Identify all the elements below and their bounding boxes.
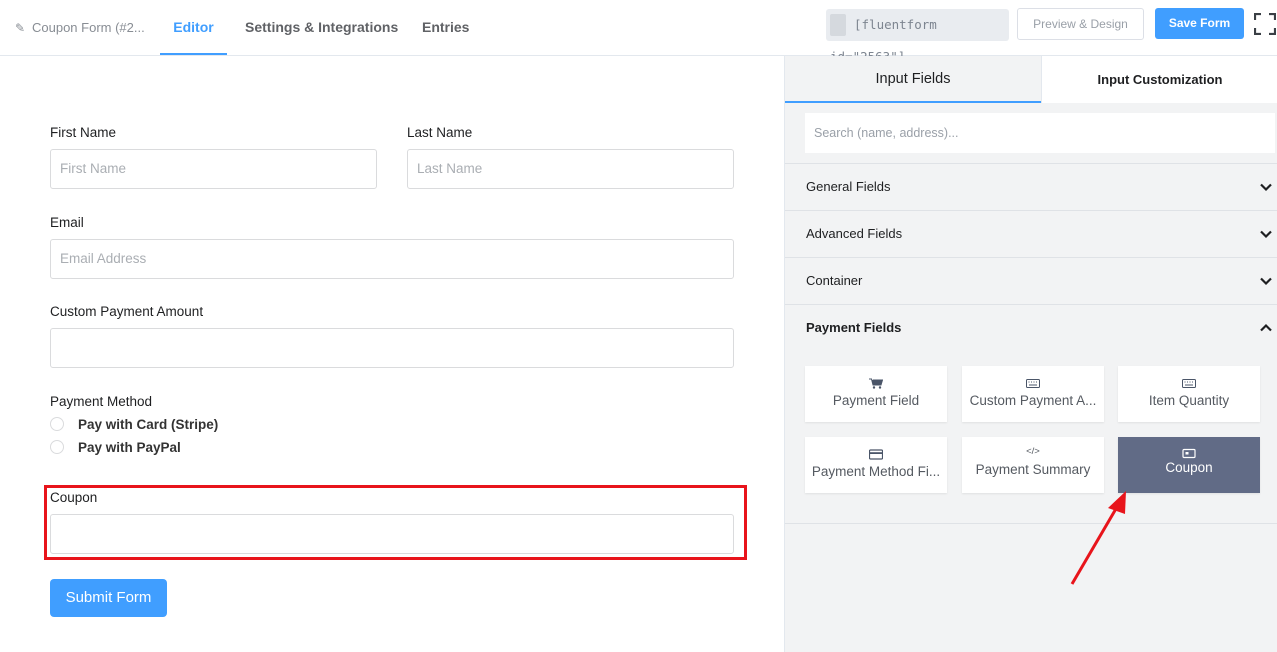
email-input[interactable]: Email Address xyxy=(50,239,734,279)
credit-card-icon xyxy=(869,449,883,460)
radio-button[interactable] xyxy=(50,416,64,431)
payment-method-label: Payment Method xyxy=(50,394,153,409)
field-card-label: Payment Summary xyxy=(975,462,1091,477)
shortcode-copy[interactable]: [fluentform id="2563"] xyxy=(826,9,1009,64)
keyboard-icon xyxy=(1026,379,1040,388)
payment-option-label: Pay with PayPal xyxy=(78,440,181,455)
payment-option-label: Pay with Card (Stripe) xyxy=(78,417,219,432)
field-card-coupon[interactable]: Coupon xyxy=(1118,437,1260,493)
chevron-down-icon xyxy=(1260,183,1272,192)
chevron-down-icon xyxy=(1260,230,1272,239)
section-container[interactable]: Container xyxy=(785,257,1277,304)
tab-editor[interactable]: Editor xyxy=(160,0,227,55)
field-card-label: Coupon xyxy=(1165,460,1213,475)
coupon-input[interactable] xyxy=(50,514,734,554)
pencil-icon: ✎ xyxy=(15,21,26,35)
field-card-label: Item Quantity xyxy=(1148,393,1230,408)
field-card-payment-method[interactable]: Payment Method Fi... xyxy=(805,437,947,493)
field-card-payment-summary[interactable]: </> Payment Summary xyxy=(962,437,1104,493)
code-icon: </> xyxy=(1026,446,1040,457)
form-editor-canvas: First Name First Name Last Name Last Nam… xyxy=(0,56,784,652)
section-general-fields[interactable]: General Fields xyxy=(785,163,1277,210)
coupon-label: Coupon xyxy=(50,490,98,505)
tab-input-fields[interactable]: Input Fields xyxy=(785,56,1041,103)
section-label: General Fields xyxy=(806,179,891,194)
field-card-item-quantity[interactable]: Item Quantity xyxy=(1118,366,1260,422)
field-search-input[interactable]: Search (name, address)... xyxy=(805,113,1275,153)
top-bar: ✎ Coupon Form (#2... Editor Settings & In… xyxy=(0,0,1277,64)
section-advanced-fields[interactable]: Advanced Fields xyxy=(785,210,1277,257)
radio-button[interactable] xyxy=(50,439,64,454)
custom-payment-amount-input[interactable] xyxy=(50,328,734,368)
section-label: Payment Fields xyxy=(806,320,902,335)
tab-entries[interactable]: Entries xyxy=(422,0,469,55)
save-form-button[interactable]: Save Form xyxy=(1155,8,1244,39)
tab-input-customization[interactable]: Input Customization xyxy=(1041,56,1277,103)
last-name-input[interactable]: Last Name xyxy=(407,149,734,189)
sidebar-tabs: Input Fields Input Customization xyxy=(785,56,1277,103)
section-label: Container xyxy=(806,273,863,288)
section-label: Advanced Fields xyxy=(806,226,903,241)
chevron-up-icon xyxy=(1260,323,1272,332)
section-payment-fields[interactable]: Payment Fields xyxy=(785,304,1277,351)
field-card-custom-payment-amount[interactable]: Custom Payment A... xyxy=(962,366,1104,422)
field-card-label: Custom Payment A... xyxy=(969,393,1097,408)
form-title-tab[interactable]: ✎ Coupon Form (#2... xyxy=(15,0,145,55)
last-name-label: Last Name xyxy=(407,125,473,140)
cart-icon xyxy=(869,378,883,389)
preview-design-button[interactable]: Preview & Design xyxy=(1017,8,1144,40)
payment-option-stripe[interactable]: Pay with Card (Stripe) xyxy=(50,416,219,432)
field-card-label: Payment Field xyxy=(832,393,920,408)
first-name-label: First Name xyxy=(50,125,117,140)
keyboard-icon xyxy=(1182,379,1196,388)
sidebar: Input Fields Input Customization Search … xyxy=(784,56,1277,652)
field-card-label: Payment Method Fi... xyxy=(811,464,941,479)
chevron-down-icon xyxy=(1260,277,1272,286)
submit-form-button[interactable]: Submit Form xyxy=(50,579,167,617)
payment-option-paypal[interactable]: Pay with PayPal xyxy=(50,439,181,455)
field-card-payment-field[interactable]: Payment Field xyxy=(805,366,947,422)
custom-payment-amount-label: Custom Payment Amount xyxy=(50,304,204,319)
first-name-input[interactable]: First Name xyxy=(50,149,377,189)
email-label: Email xyxy=(50,215,84,230)
form-title: Coupon Form (#2... xyxy=(32,20,145,35)
copy-icon xyxy=(830,13,846,36)
fullscreen-icon[interactable] xyxy=(1254,13,1276,35)
section-divider xyxy=(785,523,1277,524)
tab-settings-integrations[interactable]: Settings & Integrations xyxy=(245,0,398,55)
coupon-icon xyxy=(1182,448,1196,459)
